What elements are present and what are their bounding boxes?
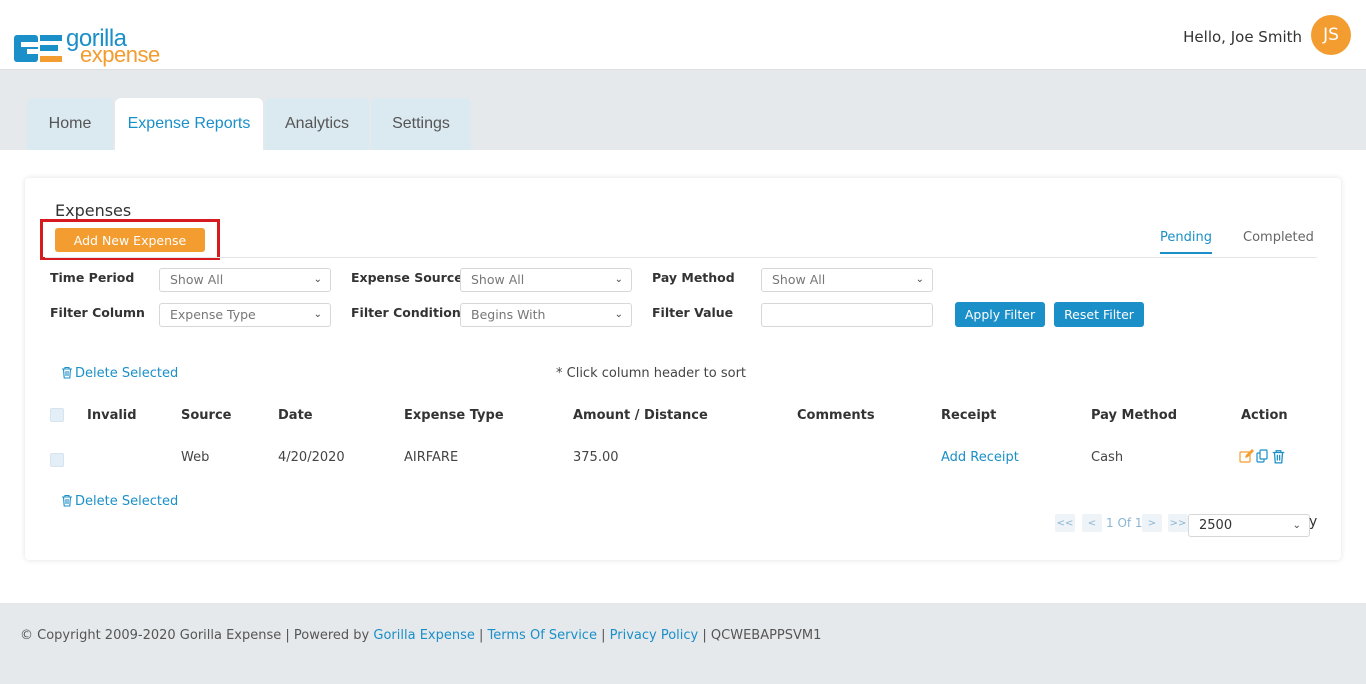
expense-source-select[interactable]: Show All ⌄ — [460, 268, 632, 292]
cell-source: Web — [181, 450, 210, 465]
trash-icon — [62, 494, 72, 507]
tab-settings[interactable]: Settings — [371, 98, 471, 150]
filter-column-value: Expense Type — [170, 307, 256, 322]
sort-hint: * Click column header to sort — [556, 366, 747, 381]
user-greeting: Hello, Joe Smith — [1183, 28, 1302, 46]
select-all-checkbox[interactable] — [50, 408, 64, 422]
filter-condition-select[interactable]: Begins With ⌄ — [460, 303, 632, 327]
tab-pending[interactable]: Pending — [1160, 230, 1212, 254]
time-period-label: Time Period — [50, 270, 135, 285]
delete-selected-top-link[interactable]: Delete Selected — [61, 366, 178, 381]
col-header-comments[interactable]: Comments — [797, 408, 875, 423]
pay-method-value: Show All — [772, 272, 826, 287]
gorilla-expense-logo[interactable]: gorilla expense — [14, 27, 164, 72]
add-receipt-link[interactable]: Add Receipt — [941, 450, 1019, 465]
col-header-source[interactable]: Source — [181, 408, 231, 423]
trash-icon[interactable] — [1271, 449, 1286, 464]
server-name: QCWEBAPPSVM1 — [710, 628, 822, 643]
main-nav-tabs: Home Expense Reports Analytics Settings — [27, 98, 473, 150]
chevron-down-icon: ⌄ — [1292, 520, 1301, 531]
add-new-expense-button[interactable]: Add New Expense — [55, 228, 205, 252]
filter-column-label: Filter Column — [50, 305, 145, 320]
row-actions — [1239, 449, 1286, 464]
chevron-down-icon: ⌄ — [614, 309, 623, 320]
cell-date: 4/20/2020 — [278, 450, 345, 465]
page-size-value: 2500 — [1199, 518, 1233, 533]
page-size-select[interactable]: 2500 ⌄ — [1188, 514, 1310, 537]
prev-page-button[interactable]: < — [1082, 514, 1102, 532]
logo-word-expense: expense — [80, 42, 160, 67]
footer-line: © Copyright 2009-2020 Gorilla Expense | … — [20, 628, 821, 643]
privacy-policy-link[interactable]: Privacy Policy — [610, 628, 699, 643]
pay-method-select[interactable]: Show All ⌄ — [761, 268, 933, 292]
chevron-down-icon: ⌄ — [614, 274, 623, 285]
col-header-invalid[interactable]: Invalid — [87, 408, 137, 423]
footer: © Copyright 2009-2020 Gorilla Expense | … — [0, 603, 1366, 684]
footer-separator: | — [702, 628, 707, 643]
powered-by-link[interactable]: Gorilla Expense — [373, 628, 474, 643]
logo-mark-icon — [14, 35, 62, 62]
tab-expense-reports[interactable]: Expense Reports — [115, 98, 263, 150]
tab-divider — [45, 257, 1317, 258]
filter-condition-label: Filter Condition — [351, 305, 461, 320]
main-content: Expenses Add New Expense Pending Complet… — [0, 150, 1366, 603]
expense-source-value: Show All — [471, 272, 525, 287]
delete-selected-bottom-link[interactable]: Delete Selected — [61, 494, 178, 509]
edit-icon[interactable] — [1239, 449, 1254, 464]
filter-condition-value: Begins With — [471, 307, 546, 322]
col-header-action: Action — [1241, 408, 1288, 423]
pagination-trailing-text: y — [1309, 514, 1318, 530]
tab-analytics[interactable]: Analytics — [265, 98, 369, 150]
delete-selected-label: Delete Selected — [75, 494, 179, 509]
col-header-expense-type[interactable]: Expense Type — [404, 408, 504, 423]
first-page-button[interactable]: << — [1055, 514, 1075, 532]
tab-completed[interactable]: Completed — [1243, 230, 1314, 245]
terms-of-service-link[interactable]: Terms Of Service — [488, 628, 597, 643]
user-avatar[interactable]: JS — [1311, 15, 1351, 55]
pay-method-label: Pay Method — [652, 270, 735, 285]
filter-value-label: Filter Value — [652, 305, 734, 320]
last-page-button[interactable]: >> — [1168, 514, 1188, 532]
row-checkbox[interactable] — [50, 453, 64, 467]
time-period-select[interactable]: Show All ⌄ — [159, 268, 331, 292]
cell-pay-method: Cash — [1091, 450, 1124, 465]
next-page-button[interactable]: > — [1142, 514, 1162, 532]
copyright-icon: © — [20, 628, 33, 643]
page-title: Expenses — [55, 201, 132, 220]
footer-separator: | — [479, 628, 484, 643]
top-header: gorilla expense Hello, Joe Smith JS — [0, 0, 1366, 70]
col-header-receipt[interactable]: Receipt — [941, 408, 996, 423]
tab-home[interactable]: Home — [27, 98, 113, 150]
chevron-down-icon: ⌄ — [915, 274, 924, 285]
cell-expense-type: AIRFARE — [404, 450, 459, 465]
col-header-amount[interactable]: Amount / Distance — [573, 408, 708, 423]
footer-separator: | — [601, 628, 606, 643]
reset-filter-button[interactable]: Reset Filter — [1054, 302, 1144, 327]
chevron-down-icon: ⌄ — [313, 309, 322, 320]
delete-selected-label: Delete Selected — [75, 366, 179, 381]
chevron-down-icon: ⌄ — [313, 274, 322, 285]
col-header-date[interactable]: Date — [278, 408, 313, 423]
col-header-pay-method[interactable]: Pay Method — [1091, 408, 1177, 423]
filter-value-input[interactable] — [761, 303, 933, 327]
apply-filter-button[interactable]: Apply Filter — [955, 302, 1045, 327]
cell-amount: 375.00 — [573, 450, 619, 465]
trash-icon — [62, 366, 72, 379]
filter-column-select[interactable]: Expense Type ⌄ — [159, 303, 331, 327]
copyright-text: Copyright 2009-2020 Gorilla Expense | Po… — [37, 628, 370, 643]
expense-source-label: Expense Source — [351, 270, 463, 285]
time-period-value: Show All — [170, 272, 224, 287]
copy-icon[interactable] — [1255, 449, 1270, 464]
expenses-card: Expenses Add New Expense Pending Complet… — [25, 178, 1341, 560]
page-indicator: 1 Of 1 — [1106, 516, 1143, 530]
